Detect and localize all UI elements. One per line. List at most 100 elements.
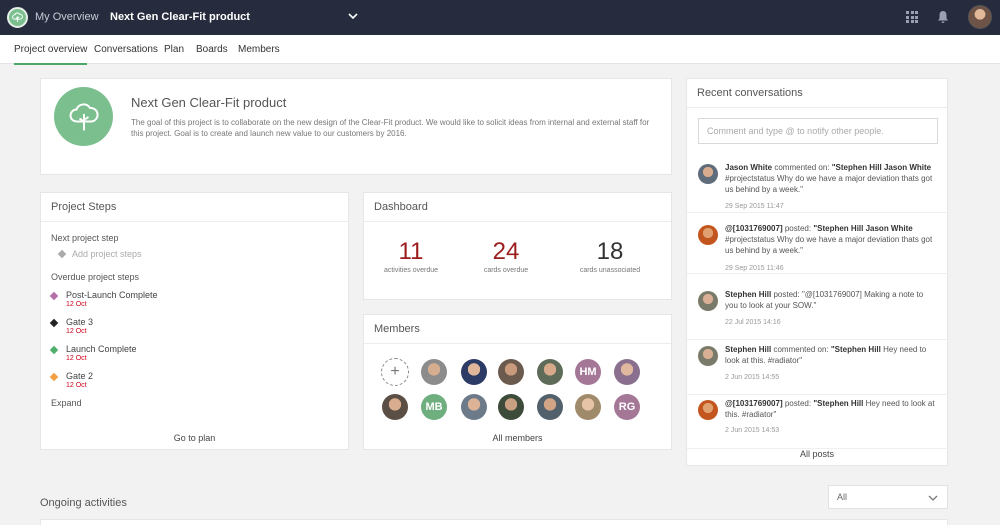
diamond-icon <box>49 345 59 355</box>
project-name: Next Gen Clear-Fit product <box>131 95 287 110</box>
stat-label: cards overdue <box>483 267 529 274</box>
step-name: Post-Launch Complete <box>66 290 158 300</box>
apps-grid-icon[interactable] <box>906 11 918 23</box>
project-tabs: Project overview Conversations Plan Boar… <box>0 35 1000 65</box>
member-avatar[interactable] <box>498 359 524 385</box>
ongoing-activities-panel <box>40 519 948 525</box>
member-avatar[interactable] <box>461 394 487 420</box>
step-item[interactable]: Gate 2 12 Oct <box>49 371 338 390</box>
project-steps-card: Project Steps Next project step Add proj… <box>40 192 349 450</box>
tab-plan[interactable]: Plan <box>164 44 184 55</box>
conversation-time: 2 Jun 2015 14:53 <box>725 427 780 434</box>
recent-conversations-card: Recent conversations Comment and type @ … <box>686 78 949 466</box>
comment-input[interactable]: Comment and type @ to notify other peopl… <box>698 118 938 144</box>
tab-conversations[interactable]: Conversations <box>94 44 158 55</box>
top-bar: My Overview Next Gen Clear-Fit product <box>0 0 1000 35</box>
project-info-card: Next Gen Clear-Fit product The goal of t… <box>40 78 672 175</box>
project-steps-title: Project Steps <box>41 193 348 222</box>
step-item[interactable]: Launch Complete 12 Oct <box>49 344 338 363</box>
member-avatar[interactable] <box>537 359 563 385</box>
diamond-icon <box>49 291 59 301</box>
avatar <box>698 346 718 366</box>
conversation-text: Jason White commented on: "Stephen Hill … <box>725 163 933 194</box>
expand-link[interactable]: Expand <box>51 398 338 408</box>
my-overview-link[interactable]: My Overview <box>35 11 99 23</box>
add-member-button[interactable]: + <box>381 358 409 386</box>
member-avatar[interactable] <box>537 394 563 420</box>
conversation-time: 29 Sep 2015 11:46 <box>725 265 784 272</box>
dashboard-title: Dashboard <box>364 193 671 222</box>
user-avatar[interactable] <box>968 5 992 29</box>
step-name: Gate 2 <box>66 371 94 381</box>
avatar <box>698 225 718 245</box>
tree-icon <box>69 102 98 130</box>
conversation-text: @[1031769007] posted: "Stephen Hill Jaso… <box>725 224 933 255</box>
conversation-text: Stephen Hill commented on: "Stephen Hill… <box>725 345 927 365</box>
members-title: Members <box>364 315 671 344</box>
stat-activities-overdue[interactable]: 11 activities overdue <box>361 238 461 275</box>
conversation-item[interactable]: Stephen Hill posted: "@[1031769007] Maki… <box>687 286 949 340</box>
conversation-item[interactable]: @[1031769007] posted: "Stephen Hill Hey … <box>687 395 949 449</box>
step-date: 12 Oct <box>66 328 87 335</box>
tab-project-overview[interactable]: Project overview <box>14 44 88 65</box>
step-name: Gate 3 <box>66 317 94 327</box>
bell-icon[interactable] <box>937 10 949 24</box>
add-step-button[interactable]: Add project steps <box>57 249 338 259</box>
tab-boards[interactable]: Boards <box>196 44 228 55</box>
chevron-down-icon <box>928 495 938 501</box>
stat-value: 11 <box>398 238 424 265</box>
go-to-plan-link[interactable]: Go to plan <box>41 433 348 443</box>
conversation-item[interactable]: Jason White commented on: "Stephen Hill … <box>687 159 949 213</box>
step-date: 12 Oct <box>66 382 87 389</box>
stat-label: cards unassociated <box>579 267 641 274</box>
conversation-item[interactable]: @[1031769007] posted: "Stephen Hill Jaso… <box>687 220 949 274</box>
conversation-time: 22 Jul 2015 14:16 <box>725 319 781 326</box>
project-logo <box>54 87 113 146</box>
project-description: The goal of this project is to collabora… <box>131 118 650 138</box>
next-step-label: Next project step <box>51 233 119 243</box>
conversation-time: 2 Jun 2015 14:55 <box>725 374 780 381</box>
member-avatar[interactable] <box>614 359 640 385</box>
brand-logo[interactable] <box>7 7 28 28</box>
step-date: 12 Oct <box>66 355 87 362</box>
conversation-text: Stephen Hill posted: "@[1031769007] Maki… <box>725 290 924 310</box>
ongoing-activities-title: Ongoing activities <box>40 497 127 509</box>
avatar <box>698 164 718 184</box>
member-avatar[interactable] <box>575 394 601 420</box>
conversation-text: @[1031769007] posted: "Stephen Hill Hey … <box>725 399 935 419</box>
stat-value: 18 <box>596 238 624 265</box>
stat-cards-unassociated[interactable]: 18 cards unassociated <box>560 238 660 275</box>
dashboard-card: Dashboard 11 activities overdue 24 cards… <box>363 192 672 300</box>
stat-cards-overdue[interactable]: 24 cards overdue <box>456 238 556 275</box>
member-avatar[interactable] <box>382 394 408 420</box>
chevron-down-icon[interactable] <box>347 10 359 22</box>
activity-filter-select[interactable]: All <box>828 485 948 509</box>
conversations-title: Recent conversations <box>687 79 947 108</box>
add-step-label: Add project steps <box>72 249 142 259</box>
conversation-item[interactable]: Stephen Hill commented on: "Stephen Hill… <box>687 341 949 395</box>
member-avatar-hm[interactable]: HM <box>575 359 601 385</box>
avatar <box>698 291 718 311</box>
tree-icon <box>12 12 23 22</box>
member-avatar[interactable] <box>461 359 487 385</box>
tab-members[interactable]: Members <box>238 44 280 55</box>
member-avatar-rg[interactable]: RG <box>614 394 640 420</box>
project-title[interactable]: Next Gen Clear-Fit product <box>110 11 250 23</box>
member-avatar-mb[interactable]: MB <box>421 394 447 420</box>
member-avatar[interactable] <box>421 359 447 385</box>
all-members-link[interactable]: All members <box>364 433 671 443</box>
conversation-time: 29 Sep 2015 11:47 <box>725 203 784 210</box>
step-date: 12 Oct <box>66 301 87 308</box>
step-item[interactable]: Post-Launch Complete 12 Oct <box>49 290 338 309</box>
all-posts-link[interactable]: All posts <box>687 449 947 459</box>
step-name: Launch Complete <box>66 344 137 354</box>
step-item[interactable]: Gate 3 12 Oct <box>49 317 338 336</box>
member-avatar[interactable] <box>498 394 524 420</box>
filter-value: All <box>837 492 848 502</box>
diamond-icon <box>49 372 59 382</box>
members-card: Members + HM MB RG All members <box>363 314 672 450</box>
stat-label: activities overdue <box>383 267 439 274</box>
stat-value: 24 <box>492 238 520 265</box>
avatar <box>698 400 718 420</box>
overdue-steps-label: Overdue project steps <box>51 272 140 282</box>
